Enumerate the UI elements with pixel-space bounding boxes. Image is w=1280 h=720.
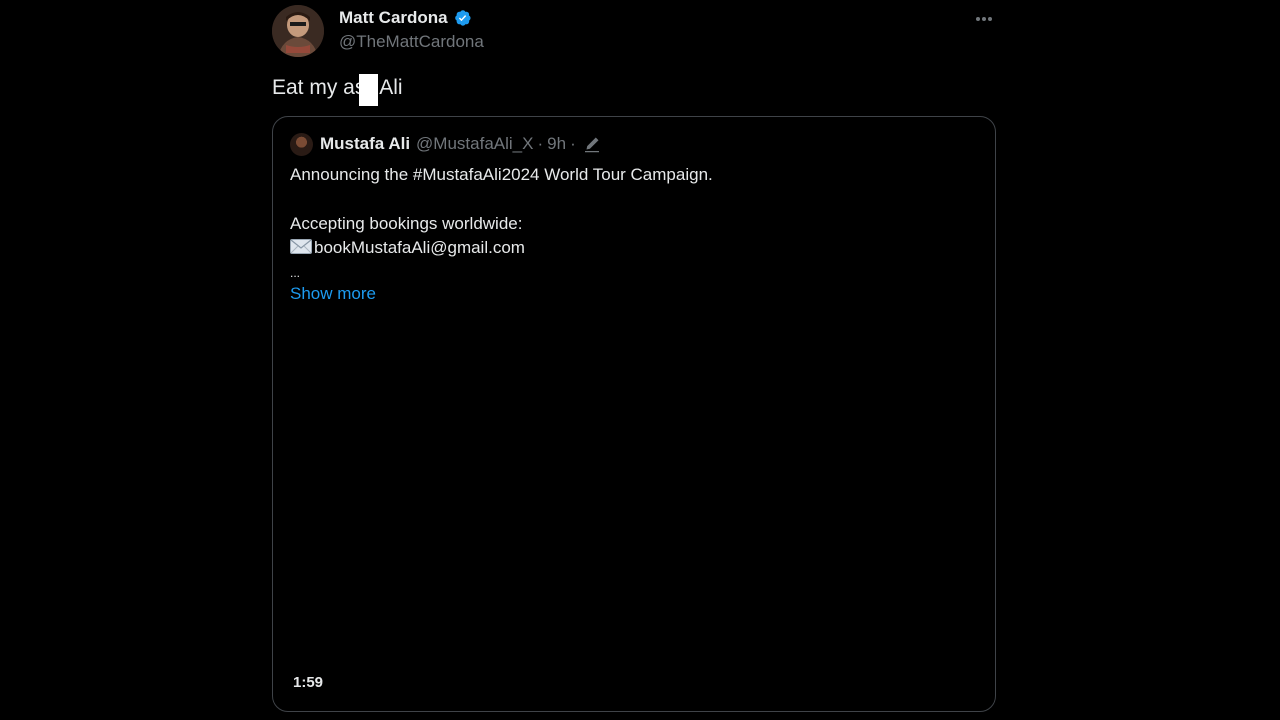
edit-pencil-icon <box>582 134 602 154</box>
more-options-icon[interactable] <box>971 9 997 29</box>
show-more-link[interactable]: Show more <box>290 282 376 306</box>
page: Matt Cardona @TheMattCardona Eat my as A… <box>0 0 1280 720</box>
quote-email[interactable]: bookMustafaAli@gmail.com <box>314 238 525 257</box>
author-display-name[interactable]: Matt Cardona <box>339 8 448 28</box>
envelope-icon <box>290 237 312 254</box>
verified-badge-icon <box>452 8 472 28</box>
display-name-row: Matt Cardona <box>339 7 484 29</box>
author-names: Matt Cardona @TheMattCardona <box>339 7 484 52</box>
tweet-text-after: Ali <box>379 76 403 99</box>
tweet-text: Eat my as Ali <box>272 72 403 106</box>
quote-author-avatar[interactable] <box>290 132 313 156</box>
author-handle[interactable]: @TheMattCardona <box>339 32 484 52</box>
quote-author-name[interactable]: Mustafa Ali <box>320 134 410 154</box>
quoted-tweet-card[interactable]: Mustafa Ali @MustafaAli_X · 9h · Announc… <box>272 116 996 712</box>
censor-box <box>359 74 379 106</box>
tweet: Matt Cardona @TheMattCardona Eat my as A… <box>272 0 997 720</box>
quote-line-1: Announcing the #MustafaAli2024 World Tou… <box>290 165 713 184</box>
quote-timestamp[interactable]: 9h <box>547 134 566 154</box>
tweet-text-before: Eat my as <box>272 76 366 99</box>
quote-header: Mustafa Ali @MustafaAli_X · 9h · <box>290 132 602 156</box>
quote-separator: · <box>537 134 544 153</box>
quote-truncation: ... <box>290 266 301 280</box>
quote-body: Announcing the #MustafaAli2024 World Tou… <box>290 163 980 306</box>
quote-author-handle[interactable]: @MustafaAli_X <box>416 134 533 154</box>
quote-line-2: Accepting bookings worldwide: <box>290 214 523 233</box>
video-duration: 1:59 <box>293 674 324 691</box>
author-avatar[interactable] <box>272 5 324 57</box>
tweet-header: Matt Cardona @TheMattCardona <box>272 5 997 57</box>
quote-separator-2: · <box>570 134 576 153</box>
quote-email-line: bookMustafaAli@gmail.com <box>290 236 980 260</box>
